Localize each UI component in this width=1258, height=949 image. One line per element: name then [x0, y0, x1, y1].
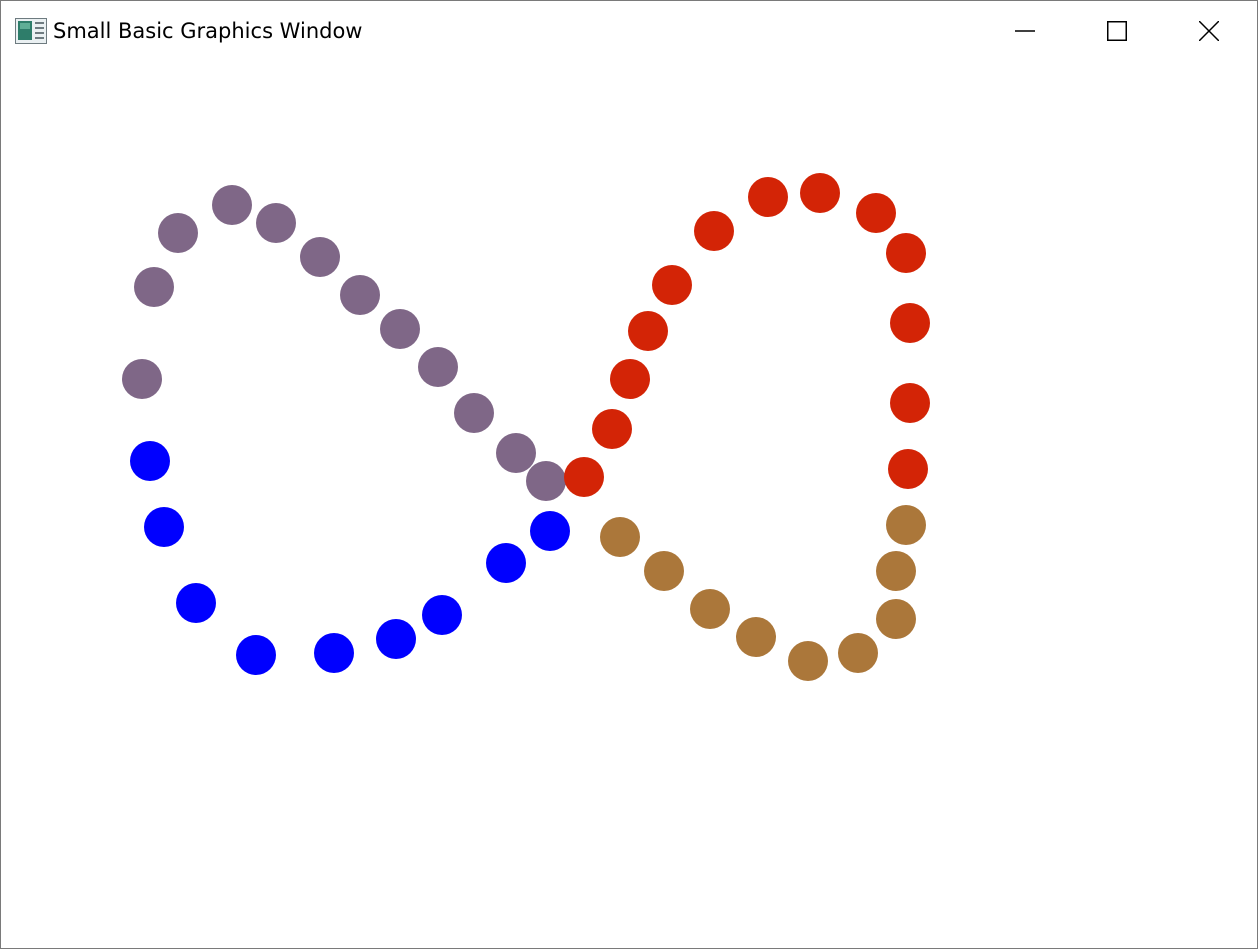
title-bar[interactable]: Small Basic Graphics Window [1, 1, 1257, 61]
purple-ellipse [300, 237, 340, 277]
brown-ellipse [886, 505, 926, 545]
red-ellipse [890, 383, 930, 423]
brown-ellipse [788, 641, 828, 681]
brown-ellipse [644, 551, 684, 591]
purple-ellipse [380, 309, 420, 349]
purple-ellipse [256, 203, 296, 243]
red-ellipse [592, 409, 632, 449]
red-ellipse [610, 359, 650, 399]
purple-ellipse [122, 359, 162, 399]
minimize-button[interactable] [979, 1, 1071, 61]
blue-ellipse [176, 583, 216, 623]
blue-ellipse [530, 511, 570, 551]
blue-ellipse [130, 441, 170, 481]
red-ellipse [886, 233, 926, 273]
blue-ellipse [376, 619, 416, 659]
brown-ellipse [736, 617, 776, 657]
purple-ellipse [340, 275, 380, 315]
purple-ellipse [418, 347, 458, 387]
red-ellipse [628, 311, 668, 351]
purple-ellipse [212, 185, 252, 225]
window-title: Small Basic Graphics Window [53, 19, 363, 43]
red-ellipse [856, 193, 896, 233]
brown-ellipse [876, 599, 916, 639]
small-basic-icon [15, 18, 47, 44]
maximize-button[interactable] [1071, 1, 1163, 61]
close-icon [1199, 21, 1219, 41]
minimize-icon [1015, 21, 1035, 41]
close-button[interactable] [1163, 1, 1255, 61]
graphics-window: Small Basic Graphics Window [0, 0, 1258, 949]
brown-ellipse [690, 589, 730, 629]
maximize-icon [1107, 21, 1127, 41]
red-ellipse [888, 449, 928, 489]
blue-ellipse [314, 633, 354, 673]
brown-ellipse [600, 517, 640, 557]
red-ellipse [800, 173, 840, 213]
red-ellipse [748, 177, 788, 217]
red-ellipse [694, 211, 734, 251]
purple-ellipse [454, 393, 494, 433]
blue-ellipse [422, 595, 462, 635]
red-ellipse [652, 265, 692, 305]
purple-ellipse [134, 267, 174, 307]
purple-ellipse [158, 213, 198, 253]
red-ellipse [564, 457, 604, 497]
brown-ellipse [838, 633, 878, 673]
blue-ellipse [486, 543, 526, 583]
graphics-canvas[interactable] [1, 61, 1257, 948]
purple-ellipse [526, 461, 566, 501]
blue-ellipse [236, 635, 276, 675]
blue-ellipse [144, 507, 184, 547]
brown-ellipse [876, 551, 916, 591]
red-ellipse [890, 303, 930, 343]
